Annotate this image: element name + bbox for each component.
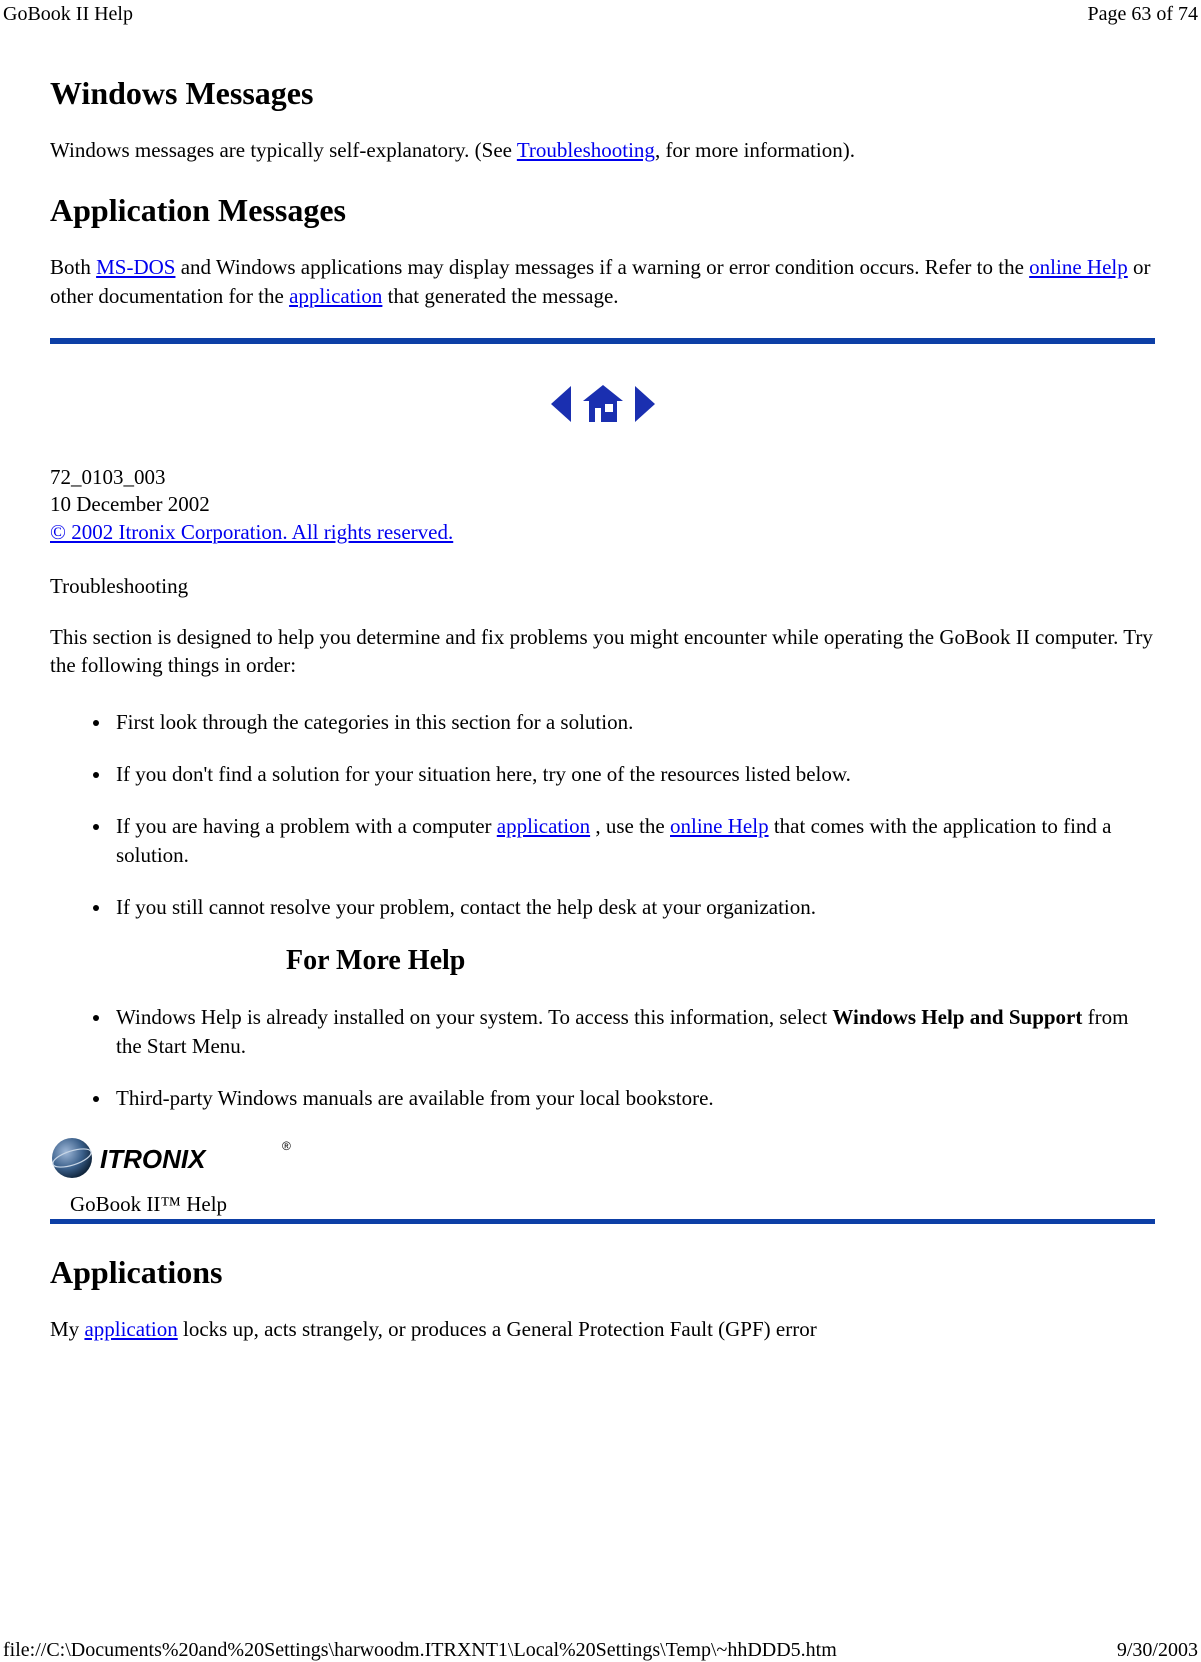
logo-registered: ® [282, 1139, 291, 1153]
link-msdos[interactable]: MS-DOS [96, 255, 175, 279]
heading-windows-messages: Windows Messages [50, 75, 1155, 112]
nav-prev-icon[interactable] [549, 384, 573, 424]
help-caption: GoBook II™ Help [70, 1192, 1155, 1217]
link-application[interactable]: application [497, 814, 590, 838]
paragraph-application-messages: Both MS-DOS and Windows applications may… [50, 253, 1155, 310]
text: Windows messages are typically self-expl… [50, 138, 517, 162]
text: that generated the message. [382, 284, 618, 308]
text: locks up, acts strangely, or produces a … [178, 1317, 817, 1341]
text: If you are having a problem with a compu… [116, 814, 497, 838]
more-help-list: Windows Help is already installed on you… [50, 1003, 1155, 1112]
itronix-logo: ITRONIX ® [50, 1136, 1155, 1180]
list-item: If you don't find a solution for your si… [112, 760, 1155, 788]
list-item: Windows Help is already installed on you… [112, 1003, 1155, 1060]
paragraph-windows-messages: Windows messages are typically self-expl… [50, 136, 1155, 164]
text: and Windows applications may display mes… [175, 255, 1029, 279]
troubleshooting-steps-list: First look through the categories in thi… [50, 708, 1155, 922]
link-application[interactable]: application [84, 1317, 177, 1341]
logo-text: ITRONIX [100, 1144, 207, 1174]
heading-applications: Applications [50, 1254, 1155, 1291]
list-item: If you still cannot resolve your problem… [112, 893, 1155, 921]
footer-path: file://C:\Documents%20and%20Settings\har… [3, 1639, 837, 1662]
bold-text-windows-help: Windows Help and Support [832, 1005, 1082, 1029]
paragraph-applications: My application locks up, acts strangely,… [50, 1315, 1155, 1343]
document-body: Windows Messages Windows messages are ty… [50, 75, 1155, 1372]
meta-docnum: 72_0103_003 [50, 464, 1155, 491]
heading-for-more-help: For More Help [286, 945, 1155, 977]
separator-bar [50, 1219, 1155, 1224]
meta-date: 10 December 2002 [50, 491, 1155, 518]
heading-troubleshooting: Troubleshooting [50, 574, 1155, 599]
text: Windows Help is already installed on you… [116, 1005, 832, 1029]
separator-bar [50, 338, 1155, 344]
paragraph-troubleshooting-intro: This section is designed to help you det… [50, 623, 1155, 680]
list-item: If you are having a problem with a compu… [112, 812, 1155, 869]
nav-icon-row [50, 384, 1155, 424]
text: , use the [590, 814, 670, 838]
link-application[interactable]: application [289, 284, 382, 308]
link-copyright[interactable]: © 2002 Itronix Corporation. All rights r… [50, 520, 453, 544]
nav-home-icon[interactable] [581, 384, 625, 424]
text: , for more information). [655, 138, 855, 162]
header-title: GoBook II Help [3, 3, 133, 26]
list-item: First look through the categories in thi… [112, 708, 1155, 736]
nav-next-icon[interactable] [633, 384, 657, 424]
heading-application-messages: Application Messages [50, 192, 1155, 229]
text: Both [50, 255, 96, 279]
link-online-help[interactable]: online Help [1029, 255, 1128, 279]
footer-date: 9/30/2003 [1117, 1639, 1198, 1662]
text: My [50, 1317, 84, 1341]
list-item: Third-party Windows manuals are availabl… [112, 1084, 1155, 1112]
header-page-number: Page 63 of 74 [1087, 3, 1198, 26]
link-online-help[interactable]: online Help [670, 814, 769, 838]
document-meta: 72_0103_003 10 December 2002 © 2002 Itro… [50, 464, 1155, 546]
link-troubleshooting[interactable]: Troubleshooting [517, 138, 655, 162]
